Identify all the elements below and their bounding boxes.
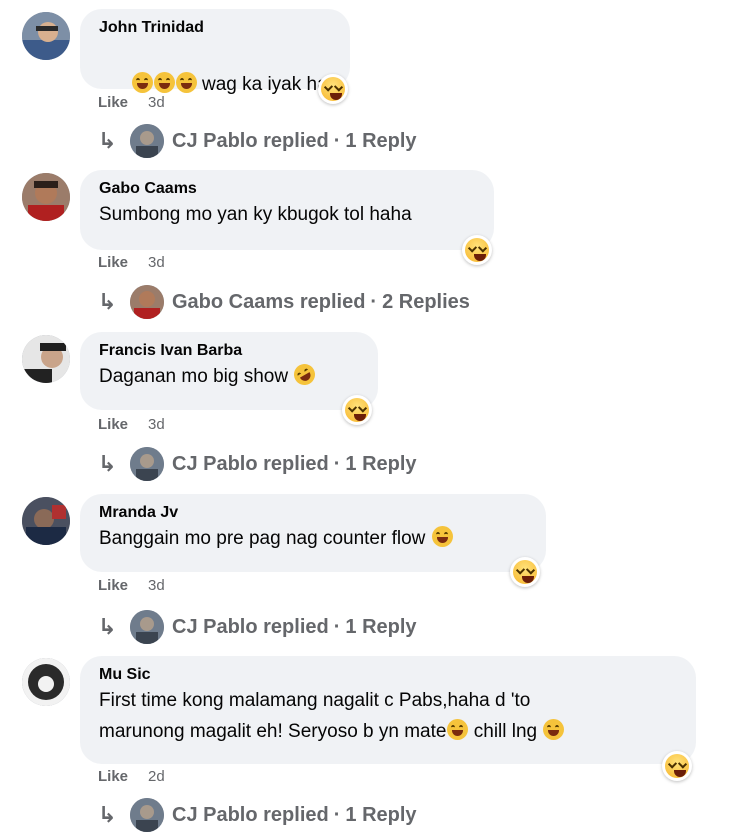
reply-count: 1 Reply — [345, 615, 417, 638]
comment-bubble: Mu Sic First time kong malamang nagalit … — [80, 656, 696, 764]
view-replies-link[interactable]: ↳ CJ Pablo replied · 1 Reply — [98, 610, 417, 644]
reply-verb: replied — [263, 452, 329, 475]
comment-text: wag ka iyak ha — [99, 38, 331, 131]
comment-text: Sumbong mo yan ky kbugok tol haha — [99, 204, 412, 225]
reply-count: 1 Reply — [345, 452, 417, 475]
like-button[interactable]: Like — [98, 768, 128, 785]
reply-separator: · — [333, 803, 341, 826]
comment-text-content: Daganan mo big show — [99, 366, 289, 387]
reply-author: CJ Pablo — [172, 615, 258, 638]
comment-author[interactable]: Mu Sic — [99, 665, 677, 685]
comment-author[interactable]: Mranda Jv — [99, 503, 527, 523]
reply-arrow-icon: ↳ — [98, 451, 117, 476]
comment-meta: Like 3d — [98, 94, 165, 111]
rolling-laughing-face-icon — [290, 360, 320, 389]
laughing-face-icon — [131, 72, 153, 93]
avatar[interactable] — [22, 335, 70, 383]
comment-bubble: Gabo Caams Sumbong mo yan ky kbugok tol … — [80, 170, 494, 250]
winking-face-icon — [543, 719, 565, 740]
reply-verb: replied — [263, 129, 329, 152]
comment-text-content: Banggain mo pre pag nag counter flow — [99, 528, 426, 549]
reply-author: CJ Pablo — [172, 452, 258, 475]
comment-time[interactable]: 3d — [148, 94, 165, 111]
comment-meta: Like 3d — [98, 416, 165, 433]
comment-text-content: wag ka iyak ha — [201, 74, 328, 95]
reply-arrow-icon: ↳ — [98, 802, 117, 827]
grinning-face-icon — [447, 719, 469, 740]
reply-avatar — [130, 610, 164, 644]
reply-count: 2 Replies — [382, 290, 470, 313]
comment-author[interactable]: John Trinidad — [99, 18, 331, 38]
comment-author[interactable]: Gabo Caams — [99, 179, 475, 199]
comment-meta: Like 3d — [98, 254, 165, 271]
avatar[interactable] — [22, 12, 70, 60]
reply-separator: · — [370, 290, 378, 313]
haha-reaction-icon[interactable] — [318, 74, 348, 104]
comment-author[interactable]: Francis Ivan Barba — [99, 341, 359, 361]
reply-separator: · — [333, 129, 341, 152]
reply-verb: replied — [263, 803, 329, 826]
like-button[interactable]: Like — [98, 416, 128, 433]
haha-reaction-icon[interactable] — [662, 751, 692, 781]
laughing-face-icon — [153, 72, 175, 93]
comment-text-line: marunong magalit eh! Seryoso b yn mate — [99, 721, 447, 742]
like-button[interactable]: Like — [98, 94, 128, 111]
avatar[interactable] — [22, 173, 70, 221]
comment-time[interactable]: 2d — [148, 768, 165, 785]
reply-verb: replied — [299, 290, 366, 313]
reply-author: CJ Pablo — [172, 129, 258, 152]
comment-bubble: Francis Ivan Barba Daganan mo big show — [80, 332, 378, 410]
grinning-sweat-face-icon — [431, 526, 453, 547]
reply-verb: replied — [263, 615, 329, 638]
comment-time[interactable]: 3d — [148, 416, 165, 433]
haha-reaction-icon[interactable] — [510, 557, 540, 587]
reply-separator: · — [333, 615, 341, 638]
reply-separator: · — [333, 452, 341, 475]
comment-bubble: John Trinidad wag ka iyak ha — [80, 9, 350, 95]
reply-avatar — [130, 798, 164, 832]
view-replies-link[interactable]: ↳ Gabo Caams replied · 2 Replies — [98, 285, 470, 319]
comment-meta: Like 3d — [98, 577, 165, 594]
comment-text-line: First time kong malamang nagalit c Pabs,… — [99, 690, 531, 711]
comment-text: Daganan mo big show — [99, 360, 359, 392]
haha-reaction-icon[interactable] — [462, 235, 492, 265]
comment-text: Banggain mo pre pag nag counter flow — [99, 523, 527, 554]
like-button[interactable]: Like — [98, 254, 128, 271]
reply-author: Gabo Caams — [172, 290, 295, 313]
laughing-face-icon — [175, 72, 197, 93]
comment-text: First time kong malamang nagalit c Pabs,… — [99, 685, 677, 747]
view-replies-link[interactable]: ↳ CJ Pablo replied · 1 Reply — [98, 447, 417, 481]
reply-arrow-icon: ↳ — [98, 128, 117, 153]
avatar[interactable] — [22, 497, 70, 545]
reply-count: 1 Reply — [345, 803, 417, 826]
haha-reaction-icon[interactable] — [342, 395, 372, 425]
view-replies-link[interactable]: ↳ CJ Pablo replied · 1 Reply — [98, 798, 417, 832]
comment-meta: Like 2d — [98, 768, 165, 785]
reply-arrow-icon: ↳ — [98, 289, 117, 314]
comment-bubble: Mranda Jv Banggain mo pre pag nag counte… — [80, 494, 546, 572]
avatar[interactable] — [22, 658, 70, 706]
reply-avatar — [130, 447, 164, 481]
view-replies-link[interactable]: ↳ CJ Pablo replied · 1 Reply — [98, 124, 417, 158]
reply-count: 1 Reply — [345, 129, 417, 152]
reply-avatar — [130, 285, 164, 319]
comment-time[interactable]: 3d — [148, 577, 165, 594]
like-button[interactable]: Like — [98, 577, 128, 594]
comment-text-line: chill lng — [468, 721, 543, 742]
reply-author: CJ Pablo — [172, 803, 258, 826]
comment-time[interactable]: 3d — [148, 254, 165, 271]
reply-avatar — [130, 124, 164, 158]
reply-arrow-icon: ↳ — [98, 614, 117, 639]
